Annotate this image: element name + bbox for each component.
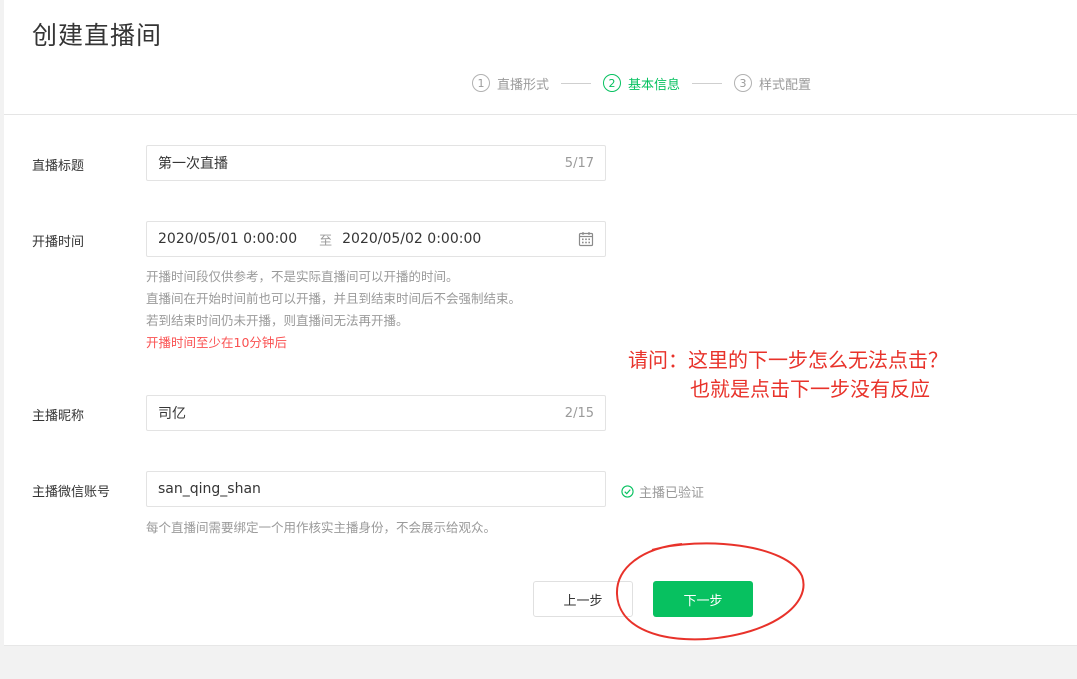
time-help-line: 直播间在开始时间前也可以开播，并且到结束时间后不会强制结束。 — [146, 291, 522, 306]
step-connector — [692, 82, 723, 84]
header-divider — [4, 114, 1077, 115]
wechat-input-value: san_qing_shan — [158, 481, 261, 497]
nickname-input-value: 司亿 — [158, 406, 186, 422]
step-1-number: 1 — [472, 74, 490, 92]
title-label: 直播标题 — [32, 159, 85, 174]
step-3: 3 样式配置 — [734, 74, 811, 93]
title-input-value: 第一次直播 — [158, 156, 228, 172]
wechat-help-text: 每个直播间需要绑定一个用作核实主播身份，不会展示给观众。 — [146, 520, 497, 535]
wechat-input[interactable]: san_qing_shan — [146, 471, 606, 507]
step-1-label: 直播形式 — [497, 77, 550, 93]
title-char-counter: 5/17 — [564, 155, 594, 171]
step-1: 1 直播形式 — [472, 74, 549, 93]
start-time-value[interactable]: 2020/05/01 0:00:00 — [158, 231, 297, 247]
step-2-label: 基本信息 — [628, 77, 681, 93]
calendar-icon[interactable] — [578, 231, 594, 247]
step-3-label: 样式配置 — [759, 77, 812, 93]
nickname-input[interactable]: 司亿 2/15 — [146, 395, 606, 431]
check-circle-icon — [621, 485, 634, 498]
step-2: 2 基本信息 — [603, 74, 680, 93]
time-help-line: 开播时间段仅供参考，不是实际直播间可以开播的时间。 — [146, 269, 459, 284]
step-3-number: 3 — [734, 74, 753, 92]
time-help-text: 开播时间段仅供参考，不是实际直播间可以开播的时间。 直播间在开始时间前也可以开播… — [146, 266, 521, 354]
step-indicator: 1 直播形式 2 基本信息 3 样式配置 — [472, 72, 811, 94]
time-help-line: 若到结束时间仍未开播，则直播间无法再开播。 — [146, 313, 409, 328]
verified-text: 主播已验证 — [639, 486, 705, 501]
time-range-picker[interactable]: 2020/05/01 0:00:00 至 2020/05/02 0:00:00 — [146, 221, 606, 257]
nickname-label: 主播昵称 — [32, 409, 85, 424]
annotation-detail: 也就是点击下一步没有反应 — [690, 377, 930, 401]
time-label: 开播时间 — [32, 235, 85, 250]
title-input[interactable]: 第一次直播 5/17 — [146, 145, 606, 181]
end-time-value[interactable]: 2020/05/02 0:00:00 — [342, 231, 578, 247]
nickname-char-counter: 2/15 — [564, 405, 594, 421]
page-title: 创建直播间 — [32, 21, 163, 50]
annotation-question: 请问：这里的下一步怎么无法点击？ — [628, 348, 948, 372]
step-connector — [561, 82, 592, 84]
time-range-separator: 至 — [319, 233, 333, 249]
annotation-circle — [615, 542, 805, 641]
time-warning-text: 开播时间至少在10分钟后 — [146, 335, 287, 350]
step-2-number: 2 — [603, 74, 622, 92]
wechat-label: 主播微信账号 — [32, 485, 111, 500]
page-card: 创建直播间 1 直播形式 2 基本信息 3 样式配置 直播标题 第一次直播 5/… — [4, 0, 1077, 646]
verified-status: 主播已验证 — [621, 482, 704, 501]
